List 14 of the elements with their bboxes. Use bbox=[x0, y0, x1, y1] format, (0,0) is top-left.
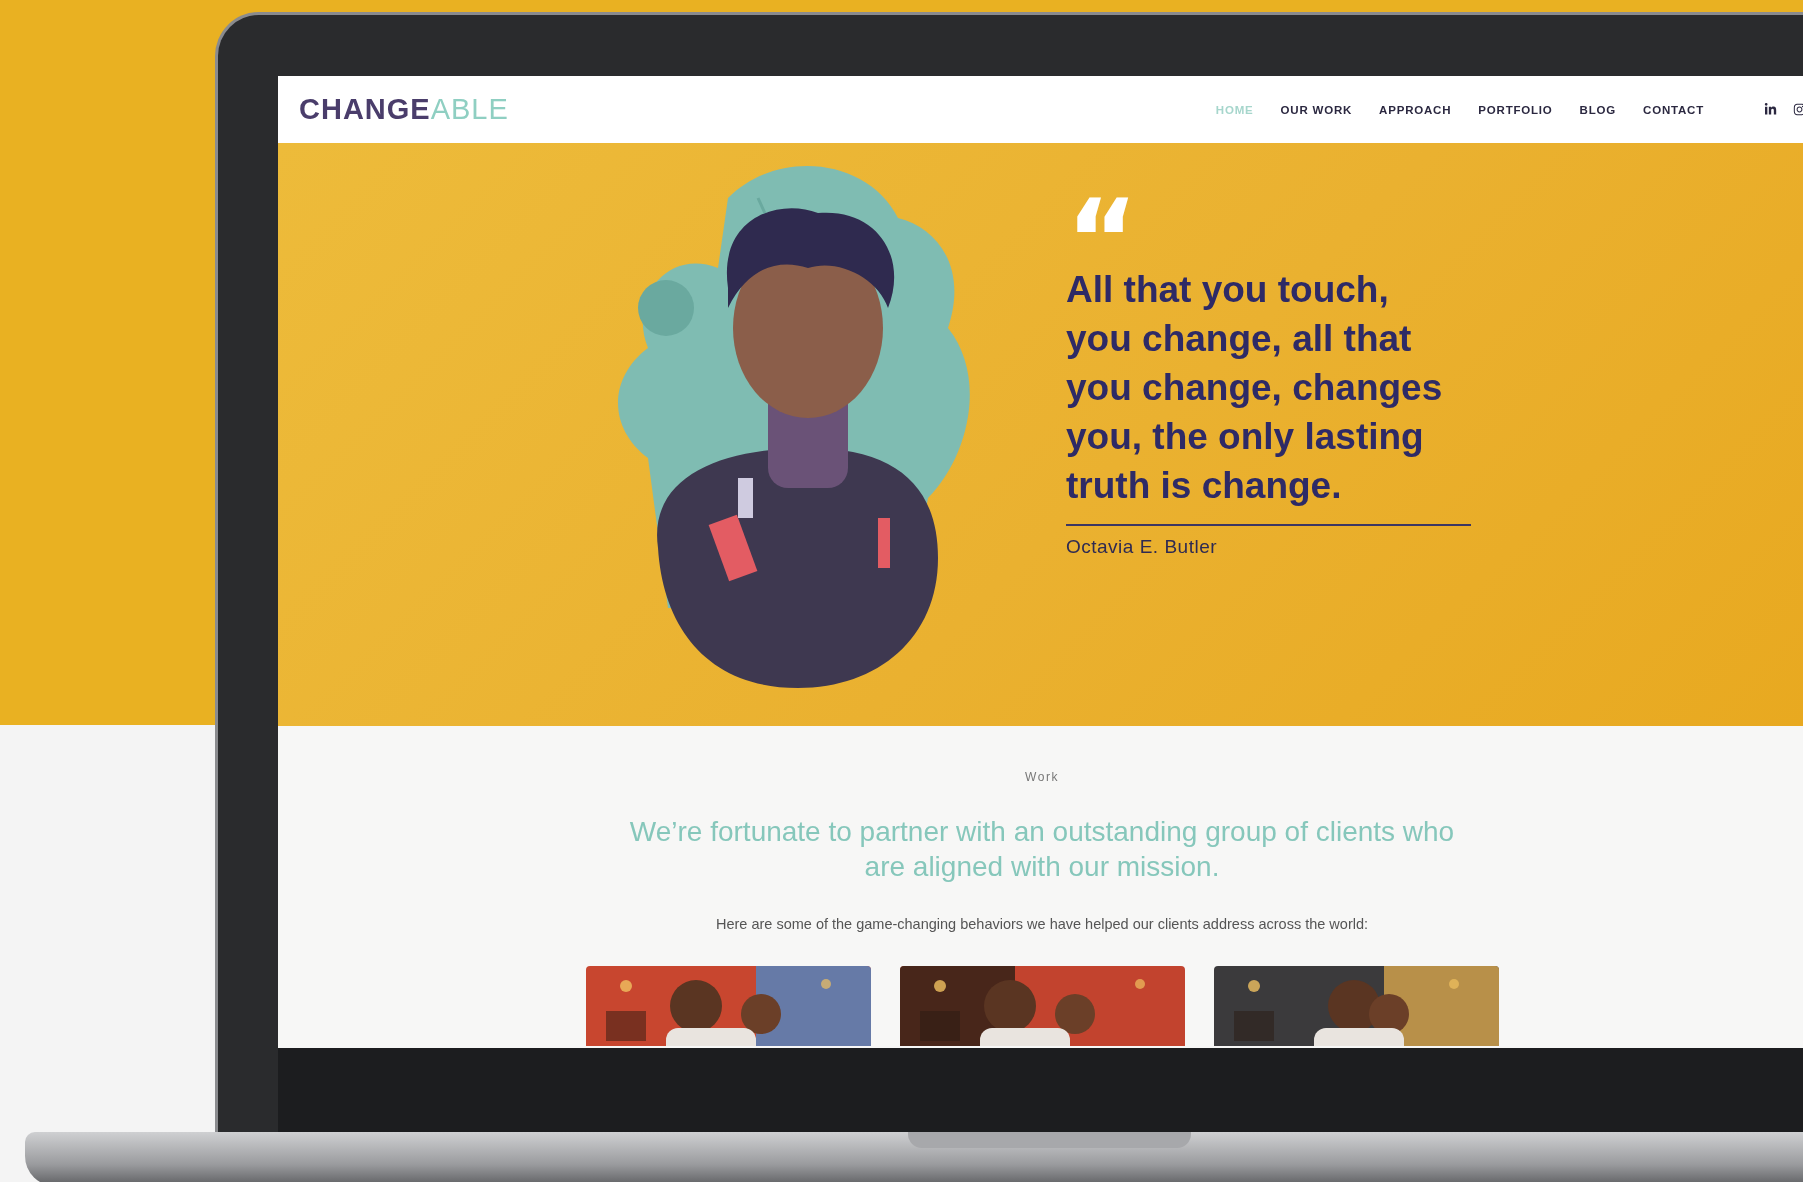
nav-link[interactable]: PORTFOLIO bbox=[1478, 103, 1553, 116]
section-headline: We’re fortunate to partner with an outstanding group of clients who are aligned with our mission. bbox=[628, 815, 1456, 884]
quote-text: All that you touch, you change, all that you change, changes you, the only lasting truth is change. bbox=[1066, 268, 1444, 508]
section-label: Work bbox=[1025, 770, 1059, 784]
quote-author: Octavia E. Butler bbox=[1066, 536, 1219, 558]
nav-link[interactable]: BLOG bbox=[1579, 103, 1617, 116]
quote-mark: “ bbox=[1066, 195, 1139, 253]
instagram-icon[interactable] bbox=[1793, 103, 1803, 116]
nav-link[interactable]: OUR WORK bbox=[1280, 103, 1353, 116]
logo[interactable]: CHANGEABLE bbox=[299, 93, 509, 126]
nav-link[interactable]: CONTACT bbox=[1643, 103, 1704, 116]
nav-link[interactable]: APPROACH bbox=[1379, 103, 1452, 116]
section-intro: Here are some of the game-changing behaviors we have helped our clients address across the world: bbox=[715, 916, 1369, 932]
linkedin-icon[interactable] bbox=[1764, 103, 1777, 116]
